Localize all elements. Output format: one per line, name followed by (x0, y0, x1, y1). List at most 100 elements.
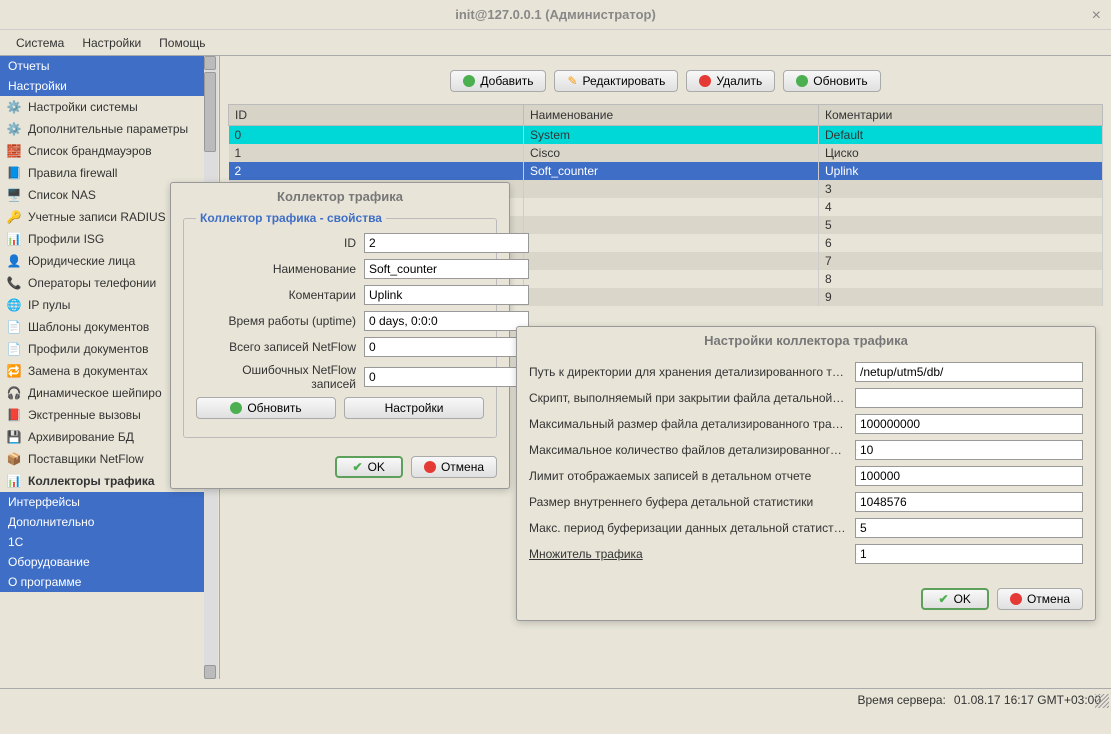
table-cell: System (524, 126, 819, 145)
comment-field[interactable] (364, 285, 529, 305)
server-time-value: 01.08.17 16:17 GMT+03:00 (954, 693, 1101, 707)
table-cell (524, 252, 819, 270)
sidebar-item-label: Замена в документах (28, 364, 148, 378)
table-cell: Soft_counter (524, 162, 819, 180)
collector-settings-dialog: Настройки коллектора трафика Путь к дире… (516, 326, 1096, 621)
table-row[interactable]: 1CiscoЦиско (229, 144, 1103, 162)
sidebar-item[interactable]: 📘Правила firewall (0, 162, 207, 184)
sidebar-section[interactable]: Оборудование (0, 552, 207, 572)
dialog1-cancel-button[interactable]: Отмена (411, 456, 497, 478)
sidebar-item-label: Операторы телефонии (28, 276, 156, 290)
menubar: Система Настройки Помощь (0, 30, 1111, 56)
maxfiles-field[interactable] (855, 440, 1083, 460)
table-cell: Циско (819, 144, 1103, 162)
sidebar-item-icon: 📄 (6, 341, 22, 357)
refresh-button[interactable]: Обновить (783, 70, 880, 92)
id-field[interactable] (364, 233, 529, 253)
errors-label: Ошибочных NetFlow записей (196, 363, 356, 391)
scroll-up-icon[interactable] (204, 56, 216, 70)
table-cell: 8 (819, 270, 1103, 288)
sidebar-item-icon: 🧱 (6, 143, 22, 159)
table-cell: 0 (229, 126, 524, 145)
sidebar-item-icon: 📊 (6, 473, 22, 489)
delete-button-label: Удалить (716, 74, 762, 88)
dialog1-refresh-button[interactable]: Обновить (196, 397, 336, 419)
limit-label: Лимит отображаемых записей в детальном о… (529, 469, 847, 483)
window-title: init@127.0.0.1 (Администратор) (455, 7, 656, 22)
cancel-icon (1010, 593, 1022, 605)
collector-settings-title: Настройки коллектора трафика (517, 327, 1095, 354)
name-label: Наименование (196, 262, 356, 276)
collector-dialog: Коллектор трафика Коллектор трафика - св… (170, 182, 510, 489)
id-label: ID (196, 236, 356, 250)
col-name[interactable]: Наименование (524, 105, 819, 126)
table-cell: 4 (819, 198, 1103, 216)
table-cell (524, 270, 819, 288)
buffer-label: Размер внутреннего буфера детальной стат… (529, 495, 847, 509)
maxsize-label: Максимальный размер файла детализированн… (529, 417, 847, 431)
total-field[interactable] (364, 337, 529, 357)
pencil-icon: ✎ (567, 74, 577, 88)
path-field[interactable] (855, 362, 1083, 382)
sidebar-section[interactable]: 1С (0, 532, 207, 552)
sidebar-section[interactable]: Дополнительно (0, 512, 207, 532)
sidebar-item-icon: ⚙️ (6, 99, 22, 115)
buffer-field[interactable] (855, 492, 1083, 512)
statusbar: Время сервера: 01.08.17 16:17 GMT+03:00 (0, 688, 1111, 710)
sidebar-section[interactable]: Интерфейсы (0, 492, 207, 512)
cancel-icon (424, 461, 436, 473)
scroll-down-icon[interactable] (204, 665, 216, 679)
sidebar-item-icon: 🌐 (6, 297, 22, 313)
uptime-field[interactable] (364, 311, 529, 331)
sidebar-item-icon: 📊 (6, 231, 22, 247)
maxsize-field[interactable] (855, 414, 1083, 434)
sidebar-section[interactable]: О программе (0, 572, 207, 592)
sidebar-item-icon: 📕 (6, 407, 22, 423)
sidebar-section[interactable]: Отчеты (0, 56, 207, 76)
menu-settings[interactable]: Настройки (74, 34, 149, 52)
dialog1-settings-button[interactable]: Настройки (344, 397, 484, 419)
maxfiles-label: Максимальное количество файлов детализир… (529, 443, 847, 457)
sidebar-item-label: Список NAS (28, 188, 96, 202)
sidebar-item-label: IP пулы (28, 298, 70, 312)
mult-label: Множитель трафика (529, 547, 847, 561)
menu-help[interactable]: Помощь (151, 34, 213, 52)
sidebar-item[interactable]: ⚙️Дополнительные параметры (0, 118, 207, 140)
period-field[interactable] (855, 518, 1083, 538)
sidebar-item-icon: 📞 (6, 275, 22, 291)
limit-field[interactable] (855, 466, 1083, 486)
dialog2-ok-button[interactable]: ✔OK (921, 588, 989, 610)
sidebar-item-icon: 🔁 (6, 363, 22, 379)
close-icon[interactable]: × (1092, 7, 1101, 25)
sidebar-item[interactable]: ⚙️Настройки системы (0, 96, 207, 118)
errors-field[interactable] (364, 367, 529, 387)
resize-handle[interactable] (1095, 694, 1109, 708)
sidebar-item-icon: 🖥️ (6, 187, 22, 203)
titlebar: init@127.0.0.1 (Администратор) × (0, 0, 1111, 30)
sidebar-item[interactable]: 🧱Список брандмауэров (0, 140, 207, 162)
name-field[interactable] (364, 259, 529, 279)
table-row[interactable]: 2Soft_counterUplink (229, 162, 1103, 180)
dialog2-cancel-button[interactable]: Отмена (997, 588, 1083, 610)
sidebar-item-icon: 🔑 (6, 209, 22, 225)
table-cell (524, 288, 819, 306)
table-row[interactable]: 0SystemDefault (229, 126, 1103, 145)
sidebar-item-label: Шаблоны документов (28, 320, 149, 334)
delete-button[interactable]: Удалить (686, 70, 775, 92)
edit-button-label: Редактировать (583, 74, 666, 88)
scroll-thumb[interactable] (204, 72, 216, 152)
col-comment[interactable]: Коментарии (819, 105, 1103, 126)
script-field[interactable] (855, 388, 1083, 408)
menu-system[interactable]: Система (8, 34, 72, 52)
main-window: init@127.0.0.1 (Администратор) × Система… (0, 0, 1111, 734)
sidebar-item-label: Поставщики NetFlow (28, 452, 144, 466)
mult-field[interactable] (855, 544, 1083, 564)
edit-button[interactable]: ✎ Редактировать (554, 70, 678, 92)
total-label: Всего записей NetFlow (196, 340, 356, 354)
col-id[interactable]: ID (229, 105, 524, 126)
table-cell (524, 234, 819, 252)
dialog1-ok-button[interactable]: ✔OK (335, 456, 403, 478)
sidebar-section[interactable]: Настройки (0, 76, 207, 96)
add-button[interactable]: Добавить (450, 70, 546, 92)
table-cell: 7 (819, 252, 1103, 270)
